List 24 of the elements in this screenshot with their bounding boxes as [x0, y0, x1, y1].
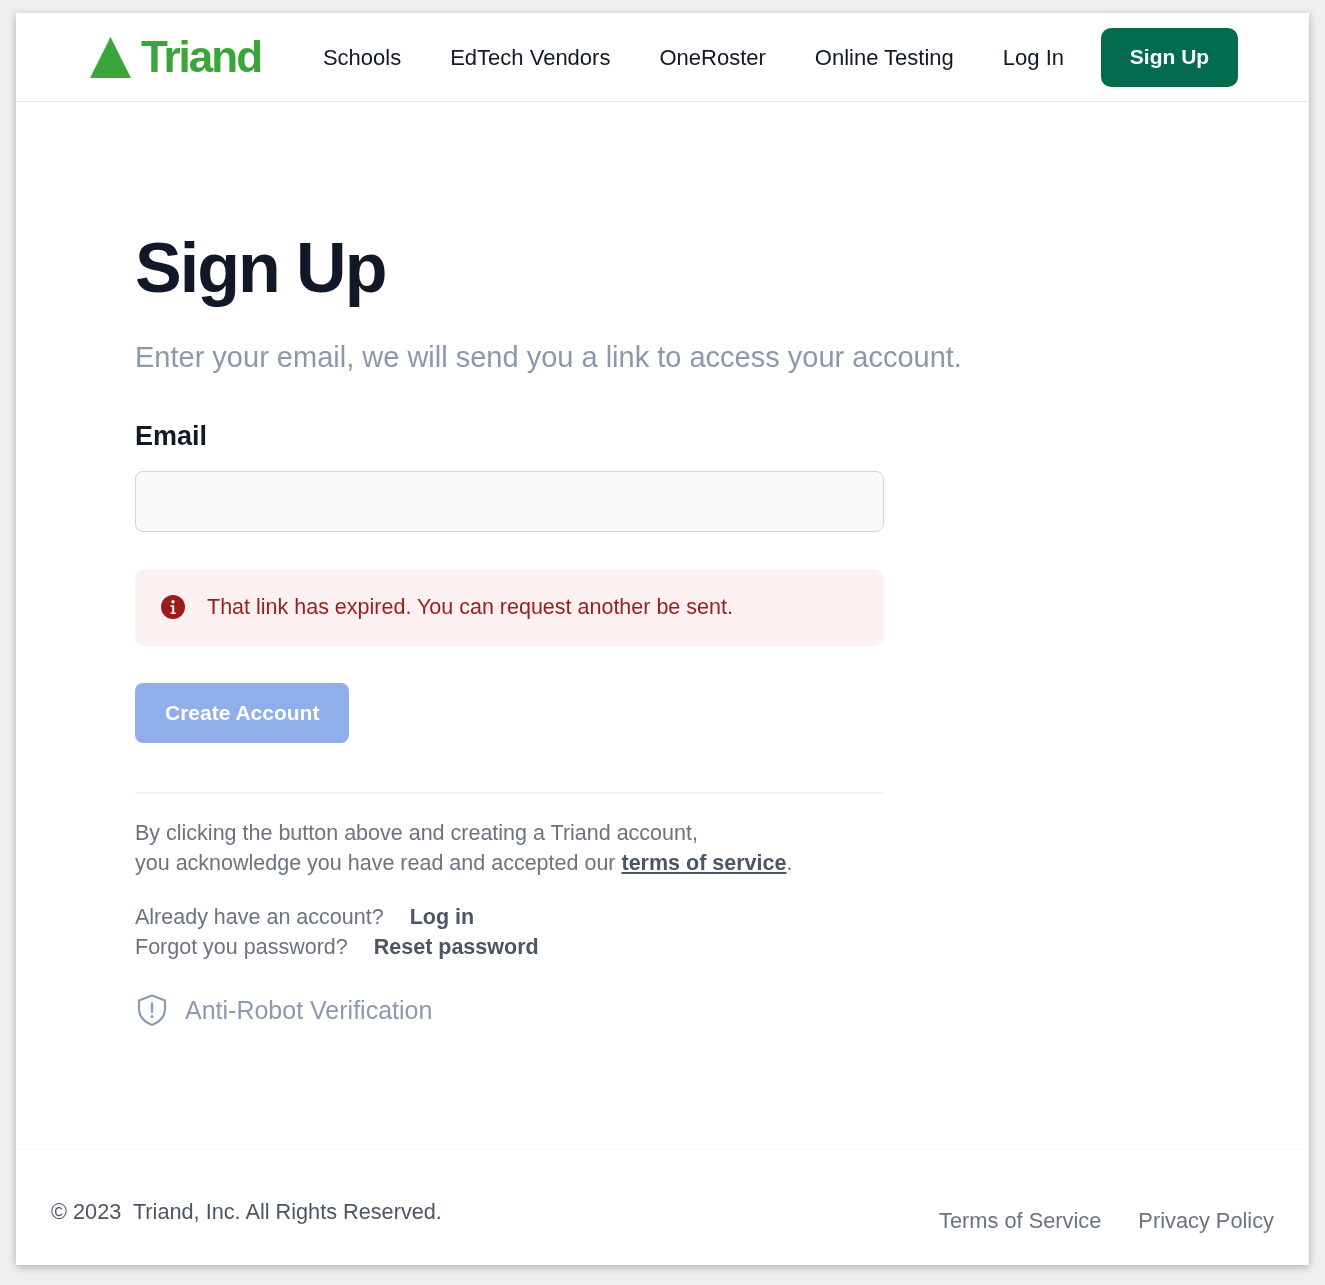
footer-link[interactable]: Privacy Policy	[1138, 1207, 1274, 1235]
email-label: Email	[135, 419, 209, 453]
nav-link[interactable]: Schools	[322, 40, 402, 74]
nav-link[interactable]: Log In	[1002, 40, 1064, 74]
terms-text: By clicking the button above and creating a Triand account, you acknowledge you have read and accepted our terms of service.	[135, 819, 794, 877]
nav-link[interactable]: Online Testing	[814, 40, 954, 74]
account-link[interactable]: Log in	[409, 901, 475, 932]
prompt-text: Forgot you password?	[135, 933, 348, 961]
sign-up-button[interactable]: Sign Up	[1101, 27, 1238, 87]
info-icon	[161, 595, 185, 620]
nav-link[interactable]: OneRoster	[659, 40, 766, 74]
page-heading: Sign Up	[135, 230, 387, 307]
copyright-text: © 2023 Triand, Inc. All Rights Reserved.	[51, 1198, 442, 1226]
nav-link[interactable]: EdTech Vendors	[450, 40, 611, 74]
terms-of-service-link[interactable]: terms of service	[621, 850, 787, 875]
subtitle-text: Enter your email, we will send you a link to access your account.	[135, 340, 962, 375]
account-link[interactable]: Reset password	[373, 931, 539, 962]
triangle-logo-icon	[90, 36, 131, 78]
verification-text: Anti-Robot Verification	[185, 994, 433, 1026]
footer-link[interactable]: Terms of Service	[939, 1207, 1102, 1235]
prompt-text: Already have an account?	[135, 903, 384, 931]
shield-icon	[135, 992, 169, 1027]
alert-message: That link has expired. You can request another be sent.	[207, 594, 733, 622]
email-input-field[interactable]	[135, 470, 884, 532]
